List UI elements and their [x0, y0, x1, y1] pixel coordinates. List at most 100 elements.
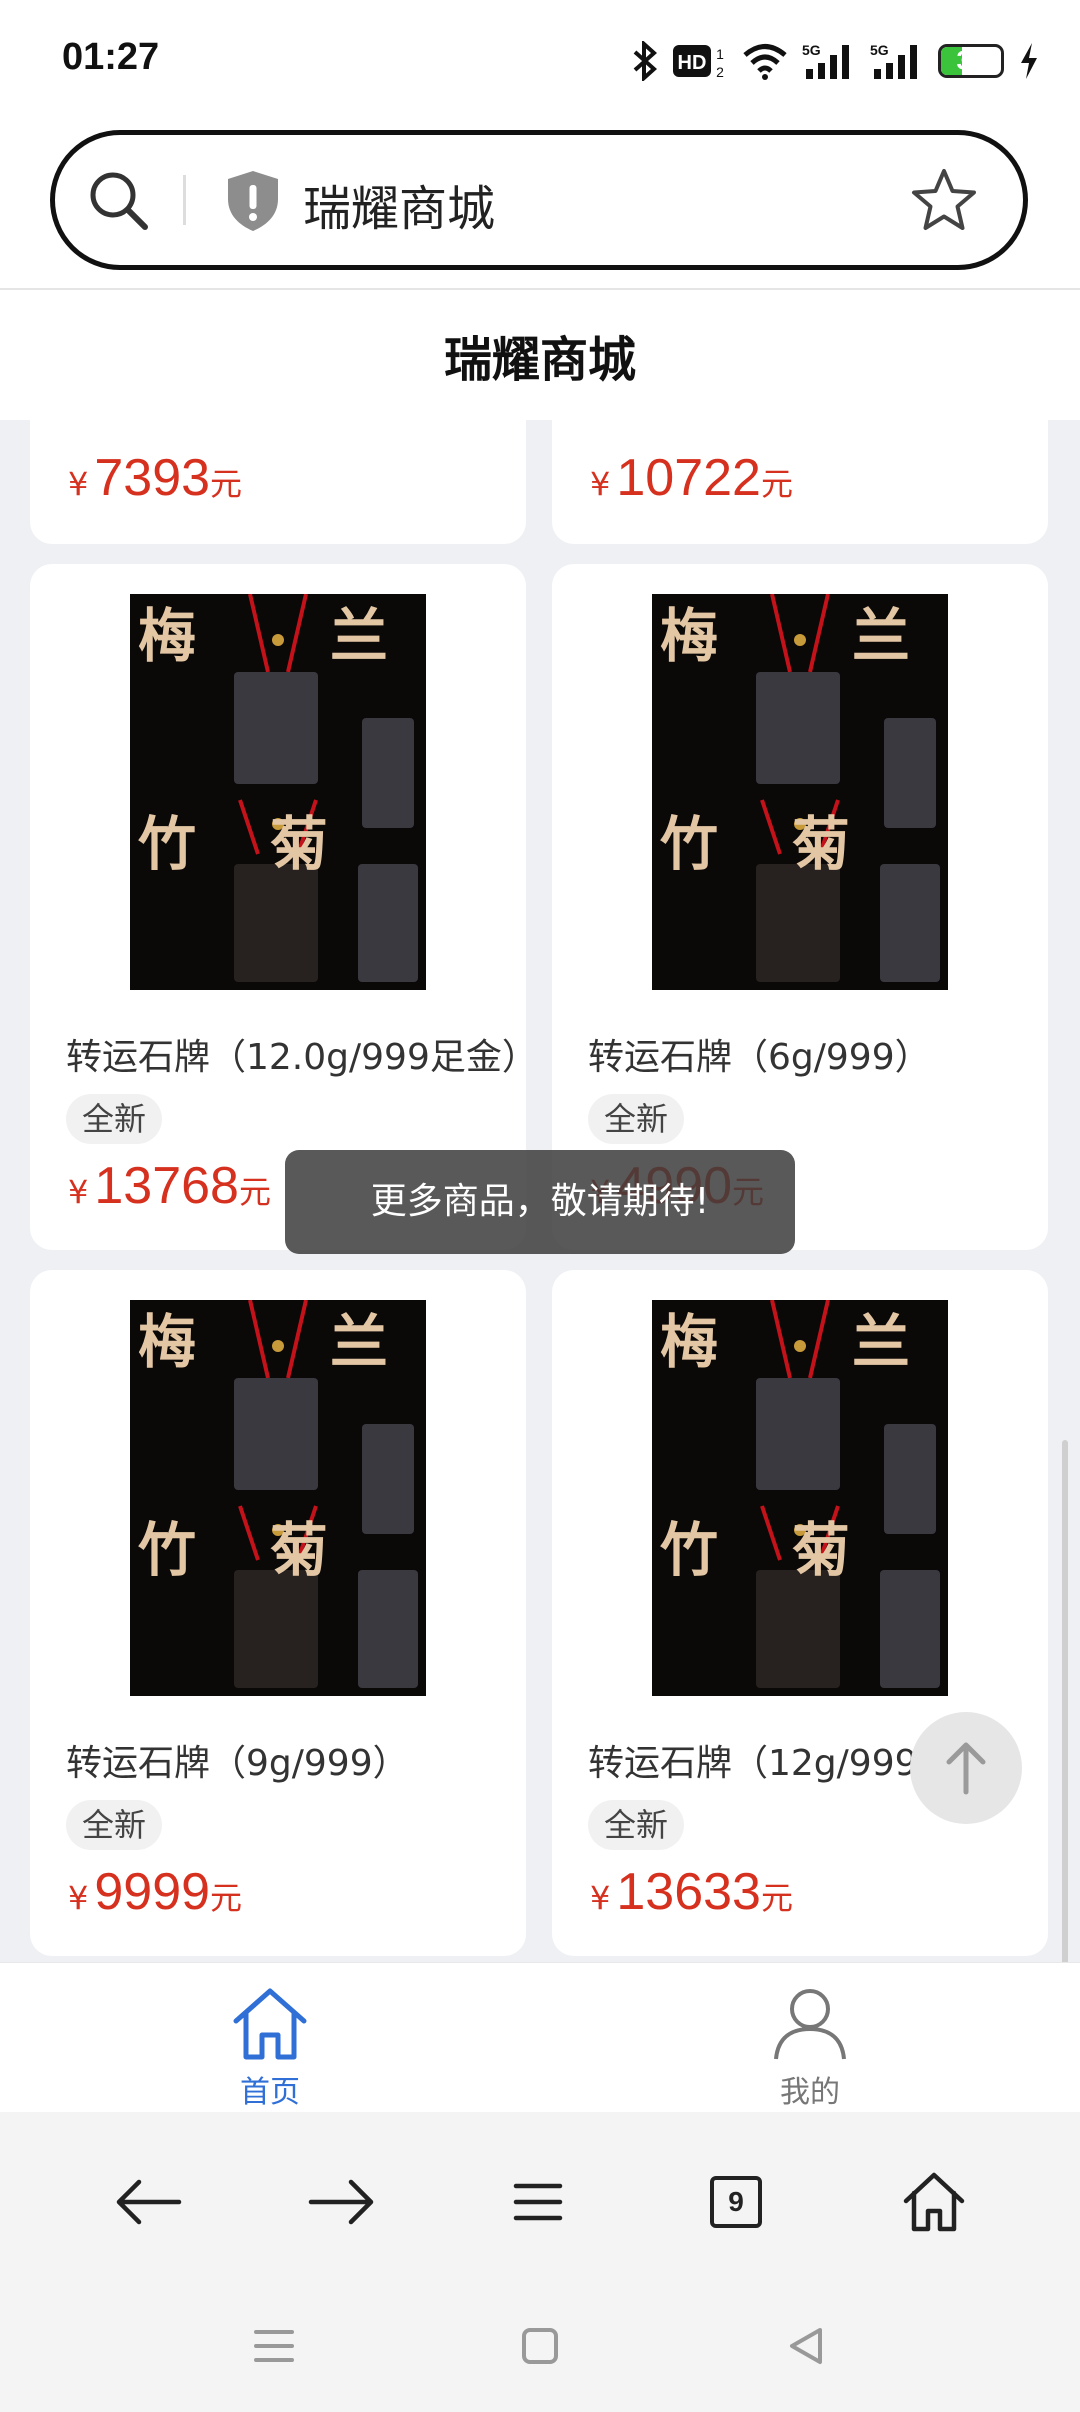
home-icon — [233, 1988, 307, 2060]
product-image[interactable]: 梅 兰 竹 菊 — [130, 1300, 426, 1696]
currency-symbol: ¥ — [68, 465, 89, 503]
back-triangle-icon[interactable] — [784, 2324, 828, 2368]
image-glyph: 菊 — [270, 1516, 328, 1584]
system-nav-bar — [0, 2284, 1080, 2412]
tab-mine[interactable]: 我的 — [710, 1985, 910, 2111]
product-price: ¥9999元 — [68, 1862, 242, 1922]
product-price: ¥10722元 — [590, 448, 793, 508]
product-name: 转运石牌（12.0g/999足金） — [66, 1037, 526, 1078]
status-bar: 01:27 HD 1 2 5G 5G 35 — [0, 0, 1080, 120]
price-value: 10722 — [616, 449, 761, 507]
product-card[interactable]: 梅 兰 竹 菊 转运石牌（12.0g/999足金） 全新 ¥13768元 — [30, 564, 526, 1250]
address-text[interactable]: 瑞耀商城 — [303, 169, 495, 239]
product-image[interactable]: 梅 兰 竹 菊 — [652, 1300, 948, 1696]
image-glyph: 菊 — [270, 810, 328, 878]
condition-badge: 全新 — [66, 1800, 163, 1850]
product-card[interactable]: 梅 兰 竹 菊 转运石牌（9g/999） 全新 ¥9999元 — [30, 1270, 526, 1956]
price-value: 13633 — [616, 1863, 761, 1921]
product-name: 转运石牌（6g/999） — [588, 1037, 931, 1078]
currency-symbol: ¥ — [68, 1173, 89, 1211]
image-glyph: 梅 — [138, 602, 196, 670]
address-divider — [183, 175, 186, 225]
image-glyph: 竹 — [138, 1516, 196, 1584]
price-value: 7393 — [94, 449, 211, 507]
image-glyph: 梅 — [660, 1308, 718, 1376]
svg-text:1: 1 — [716, 46, 724, 62]
image-glyph: 竹 — [138, 810, 196, 878]
tab-home[interactable]: 首页 — [170, 1985, 370, 2111]
tab-mine-label: 我的 — [780, 2075, 840, 2110]
image-glyph: 竹 — [660, 810, 718, 878]
condition-badge: 全新 — [66, 1094, 163, 1144]
svg-text:2: 2 — [716, 64, 724, 80]
signal-icon: 5G — [802, 42, 849, 79]
forward-button[interactable] — [302, 2162, 382, 2242]
battery-icon: 35 — [938, 44, 1004, 78]
product-price: ¥7393元 — [68, 448, 242, 508]
price-value: 13768 — [94, 1157, 239, 1215]
svg-text:HD: HD — [678, 52, 707, 74]
image-glyph: 兰 — [852, 602, 910, 670]
recent-apps-icon[interactable] — [252, 2324, 296, 2368]
home-icon — [903, 2172, 965, 2232]
product-name: 转运石牌（12g/999） — [588, 1743, 954, 1784]
back-to-top-button[interactable] — [910, 1712, 1022, 1824]
product-price: ¥13633元 — [590, 1862, 793, 1922]
product-card[interactable]: 梅 兰 竹 菊 转运石牌（12g/999） 全新 ¥13633元 — [552, 1270, 1048, 1956]
image-glyph: 梅 — [138, 1308, 196, 1376]
arrow-up-icon — [946, 1742, 986, 1795]
page-title: 瑞耀商城 — [443, 332, 636, 388]
menu-icon — [513, 2183, 563, 2221]
image-glyph: 梅 — [660, 602, 718, 670]
product-card[interactable]: 梅 兰 竹 菊 转运石牌（6g/999） 全新 ¥4990元 — [552, 564, 1048, 1250]
shield-icon[interactable] — [223, 167, 283, 235]
product-price: ¥13768元 — [68, 1156, 271, 1216]
tabs-count: 9 — [710, 2176, 762, 2228]
currency-symbol: ¥ — [68, 1879, 89, 1917]
price-unit: 元 — [210, 465, 243, 503]
site-tab-bar: 首页 我的 — [0, 1962, 1080, 2113]
arrow-right-icon — [308, 2179, 374, 2225]
product-name: 转运石牌（9g/999） — [66, 1743, 409, 1784]
condition-badge: 全新 — [588, 1094, 685, 1144]
price-unit: 元 — [760, 1879, 793, 1917]
tab-home-label: 首页 — [240, 2075, 300, 2110]
product-card[interactable]: ¥10722元 — [552, 420, 1048, 544]
image-glyph: 竹 — [660, 1516, 718, 1584]
address-bar[interactable]: 瑞耀商城 — [50, 130, 1028, 270]
menu-button[interactable] — [498, 2162, 578, 2242]
status-time: 01:27 — [62, 36, 160, 78]
price-unit: 元 — [760, 465, 793, 503]
charging-icon — [1021, 43, 1037, 79]
image-glyph: 兰 — [852, 1308, 910, 1376]
product-image[interactable]: 梅 兰 竹 菊 — [652, 594, 948, 990]
arrow-left-icon — [116, 2179, 182, 2225]
hd-icon: HD 1 2 — [673, 45, 724, 80]
signal-icon: 5G — [870, 42, 917, 79]
user-icon — [774, 1989, 846, 2060]
image-glyph: 菊 — [792, 810, 850, 878]
toast-message: 更多商品，敬请期待! — [285, 1150, 795, 1254]
svg-text:5G: 5G — [802, 42, 821, 58]
price-unit: 元 — [238, 1173, 271, 1211]
price-value: 9999 — [94, 1863, 211, 1921]
tabs-button[interactable]: 9 — [696, 2162, 776, 2242]
currency-symbol: ¥ — [590, 465, 611, 503]
back-button[interactable] — [108, 2162, 188, 2242]
image-glyph: 兰 — [330, 602, 388, 670]
site-header: 瑞耀商城 — [0, 288, 1080, 420]
status-icons: HD 1 2 5G 5G 35 — [632, 34, 1040, 88]
browser-toolbar: 9 — [0, 2112, 1080, 2284]
price-unit: 元 — [210, 1879, 243, 1917]
currency-symbol: ¥ — [590, 1879, 611, 1917]
home-button[interactable] — [894, 2162, 974, 2242]
wifi-icon — [743, 44, 787, 80]
product-card[interactable]: ¥7393元 — [30, 420, 526, 544]
image-glyph: 菊 — [792, 1516, 850, 1584]
star-icon[interactable] — [909, 165, 979, 235]
bluetooth-icon — [633, 41, 657, 81]
condition-badge: 全新 — [588, 1800, 685, 1850]
search-icon[interactable] — [85, 167, 153, 235]
product-image[interactable]: 梅 兰 竹 菊 — [130, 594, 426, 990]
home-square-icon[interactable] — [518, 2324, 562, 2368]
